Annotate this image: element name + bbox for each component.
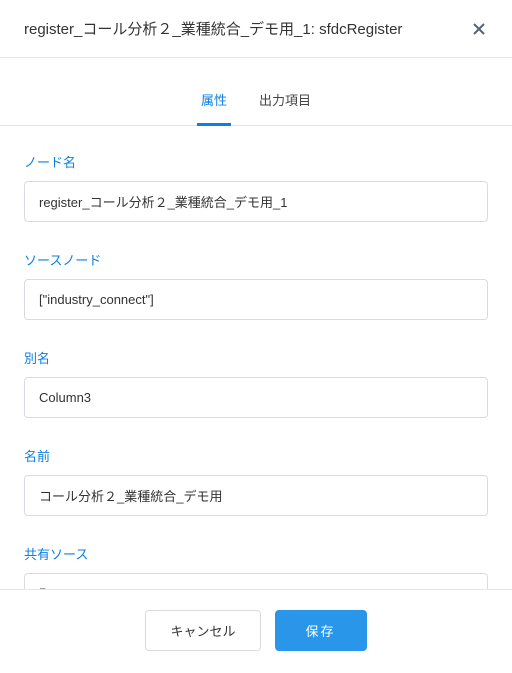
shared-source-input[interactable] [24,573,488,589]
tab-attributes[interactable]: 属性 [197,80,231,126]
name-input[interactable] [24,475,488,516]
tab-output-fields[interactable]: 出力項目 [255,80,315,125]
modal-header: register_コール分析２_業種統合_デモ用_1: sfdcRegister [0,0,512,58]
cancel-button[interactable]: キャンセル [145,610,260,651]
modal-content: ノード名 ソースノード 別名 名前 共有ソース セキュリティ述語 [0,126,512,589]
node-editor-modal: register_コール分析２_業種統合_デモ用_1: sfdcRegister… [0,0,512,673]
shared-source-label: 共有ソース [24,544,488,563]
tab-bar: 属性 出力項目 [0,58,512,126]
close-icon[interactable] [470,20,488,38]
node-name-label: ノード名 [24,152,488,171]
save-button[interactable]: 保存 [275,610,367,651]
modal-title: register_コール分析２_業種統合_デモ用_1: sfdcRegister [24,18,402,39]
source-node-input[interactable] [24,279,488,320]
modal-footer: キャンセル 保存 [0,589,512,673]
alias-input[interactable] [24,377,488,418]
alias-label: 別名 [24,348,488,367]
node-name-input[interactable] [24,181,488,222]
name-label: 名前 [24,446,488,465]
source-node-label: ソースノード [24,250,488,269]
